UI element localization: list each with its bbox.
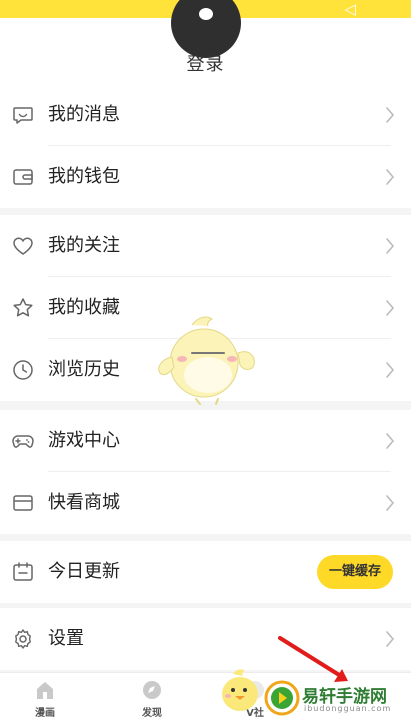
cache-all-button[interactable]: 一键缓存 xyxy=(317,555,393,589)
menu-item-game-center[interactable]: 游戏中心 xyxy=(0,410,411,472)
login-button[interactable]: 登录 xyxy=(0,50,411,76)
watermark-subtitle: ibudongguan.com xyxy=(304,704,392,713)
menu-item-label: 快看商城 xyxy=(48,492,120,513)
settings-icon xyxy=(15,629,31,649)
chevron-right-icon xyxy=(386,169,395,185)
comic-icon xyxy=(37,682,53,699)
chevron-right-icon xyxy=(386,238,395,254)
mascot-chick-icon xyxy=(158,316,255,405)
tab-discover[interactable]: 发现 xyxy=(112,673,192,719)
menu-item-label: 游戏中心 xyxy=(48,430,120,451)
tab-label: 漫画 xyxy=(35,708,55,719)
menu-group-services: 游戏中心 快看商城 xyxy=(0,410,411,534)
avatar-face-icon xyxy=(199,8,213,20)
chevron-right-icon xyxy=(386,495,395,511)
wallet-icon xyxy=(13,169,33,185)
menu-item-today-updates[interactable]: 今日更新 一键缓存 xyxy=(0,541,411,603)
tab-comics[interactable]: 漫画 xyxy=(5,673,85,719)
menu-item-label: 我的消息 xyxy=(48,104,120,125)
discover-icon xyxy=(143,681,161,699)
menu-item-label: 今日更新 xyxy=(48,561,120,582)
watermark-chick-icon xyxy=(222,669,258,711)
menu-item-label: 我的关注 xyxy=(48,235,120,256)
menu-item-label: 浏览历史 xyxy=(48,359,120,380)
chevron-right-icon xyxy=(386,433,395,449)
menu-item-following[interactable]: 我的关注 xyxy=(0,215,411,277)
tab-label: 发现 xyxy=(142,708,162,719)
gamepad-icon xyxy=(12,435,34,448)
profile-header: 登录 xyxy=(0,0,411,84)
heart-icon xyxy=(13,237,33,255)
menu-item-label: 我的钱包 xyxy=(48,166,120,187)
menu-item-store[interactable]: 快看商城 xyxy=(0,472,411,534)
message-icon xyxy=(13,107,33,124)
watermark-logo-icon xyxy=(264,680,300,716)
store-icon xyxy=(13,495,33,511)
menu-item-label: 设置 xyxy=(48,628,84,649)
menu-group-updates: 今日更新 一键缓存 xyxy=(0,541,411,603)
menu-item-label: 我的收藏 xyxy=(48,297,120,318)
chevron-right-icon xyxy=(386,631,395,647)
red-arrow-annotation xyxy=(278,636,348,682)
menu-item-wallet[interactable]: 我的钱包 xyxy=(0,146,411,208)
chevron-right-icon xyxy=(386,362,395,378)
chevron-right-icon xyxy=(386,107,395,123)
back-arrow-icon[interactable]: ◁ xyxy=(344,1,356,17)
menu-group-account: 我的消息 我的钱包 xyxy=(0,84,411,208)
chevron-right-icon xyxy=(386,300,395,316)
star-icon xyxy=(13,298,33,317)
calendar-icon xyxy=(13,562,33,581)
menu-item-messages[interactable]: 我的消息 xyxy=(0,84,411,146)
clock-icon xyxy=(13,360,33,380)
